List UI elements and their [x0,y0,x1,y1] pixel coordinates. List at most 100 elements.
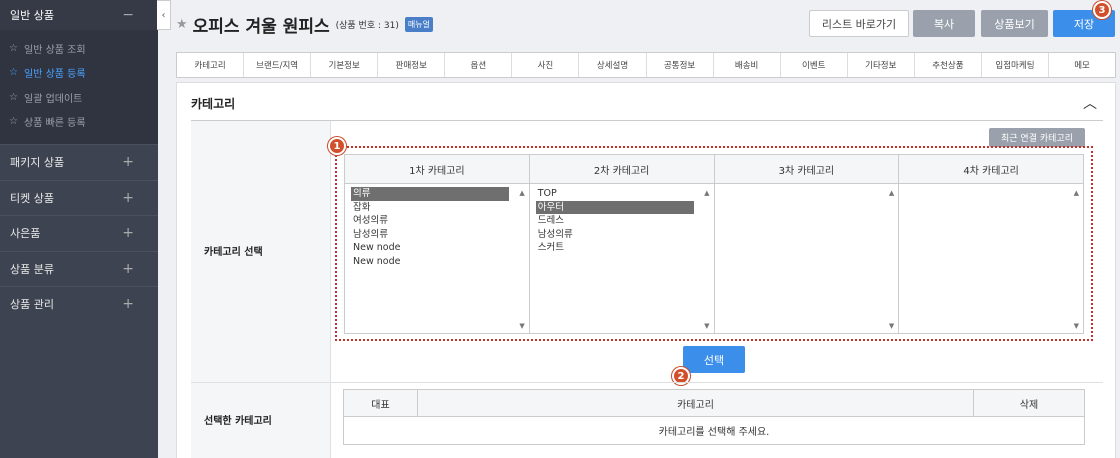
expand-icon: + [122,189,134,206]
recent-category-button[interactable]: 최근 연결 카테고리 [989,128,1085,147]
sidebar-group-classification[interactable]: 상품 분류 + [0,250,158,287]
sidebar-item-label: 일반 상품 조회 [24,44,86,56]
sidebar-item-label: 상품 빠른 등록 [24,118,86,130]
sidebar-group-label: 상품 관리 [10,298,54,312]
sidebar-collapse-button[interactable]: ‹ [157,0,171,30]
expand-icon: + [122,154,134,171]
tab-photos[interactable]: 사진 [512,53,580,77]
list-item[interactable]: 의류 [351,187,509,201]
sidebar-item-quick-register[interactable]: ☆ 상품 빠른 등록 [0,110,158,135]
sidebar-group-general[interactable]: 일반 상품 − [0,0,158,30]
sidebar-item-label: 일괄 업데이트 [24,93,83,105]
section-title: 카테고리 [191,97,236,111]
expand-icon: + [122,260,134,277]
star-icon: ☆ [9,116,18,128]
category-column-3: 3차 카테고리 ▲ ▼ [714,155,900,333]
tab-vendor-marketing[interactable]: 입점마케팅 [982,53,1050,77]
tab-other-info[interactable]: 기타정보 [848,53,915,77]
list-item[interactable]: 여성의류 [351,214,509,228]
list-item[interactable]: 잡화 [351,201,509,215]
tab-memo[interactable]: 메모 [1049,53,1115,77]
sidebar-item-bulk-update[interactable]: ☆ 일괄 업데이트 [0,85,158,110]
category-select-label: 카테고리 선택 [204,247,263,258]
sidebar-group-gift[interactable]: 사은품 + [0,215,158,251]
list-item[interactable]: 남성의류 [536,228,694,242]
tab-common-info[interactable]: 공통정보 [647,53,714,77]
category-column-4: 4차 카테고리 ▲ ▼ [899,155,1083,333]
table-header: 대표 카테고리 삭제 [344,390,1084,417]
category-column-header: 3차 카테고리 [714,155,899,184]
section-tabs: 카테고리 브랜드/지역 기본정보 판매정보 옵션 사진 상세설명 공통정보 배송… [176,52,1116,78]
scroll-up-icon[interactable]: ▲ [1074,189,1079,197]
tab-sales-info[interactable]: 판매정보 [378,53,446,77]
sidebar-group-label: 일반 상품 [10,9,54,22]
list-item[interactable]: TOP [536,187,694,201]
sidebar-group-label: 패키지 상품 [10,156,65,170]
list-item[interactable]: 스커트 [536,241,694,255]
tab-recommended[interactable]: 추천상품 [915,53,982,77]
scroll-down-icon[interactable]: ▼ [1074,322,1079,330]
page-title: 오피스 겨울 원피스 [192,17,330,37]
category-list-3[interactable] [715,184,899,190]
star-icon: ☆ [9,42,18,54]
collapse-icon[interactable]: − [122,7,134,23]
sidebar-group-ticket[interactable]: 티켓 상품 + [0,179,158,216]
star-icon: ☆ [9,91,18,103]
category-column-1: 1차 카테고리 의류 잡화 여성의류 남성의류 New node New nod… [345,155,530,333]
expand-icon: + [122,225,134,242]
favorite-star-icon[interactable]: ★ [176,17,188,32]
list-item[interactable]: 드레스 [536,214,694,228]
sidebar-group-management[interactable]: 상품 관리 + [0,286,158,322]
selected-category-label: 선택한 카테고리 [204,416,272,427]
sidebar-item-product-search[interactable]: ☆ 일반 상품 조회 [0,36,158,61]
go-to-list-button[interactable]: 리스트 바로가기 [809,10,909,37]
category-list-4[interactable] [899,184,1083,190]
scroll-down-icon[interactable]: ▼ [889,322,894,330]
manual-badge[interactable]: 매뉴얼 [404,17,433,32]
sidebar-group-label: 티켓 상품 [10,191,54,205]
list-item[interactable]: New node [351,241,509,255]
empty-message: 카테고리를 선택해 주세요. [658,427,770,438]
sidebar-group-label: 사은품 [10,227,41,241]
sidebar-group-package[interactable]: 패키지 상품 + [0,144,158,180]
scroll-down-icon[interactable]: ▼ [704,322,709,330]
callout-badge-1: 1 [328,137,346,155]
expand-icon: + [122,296,134,313]
callout-badge-3: 3 [1093,1,1111,19]
scroll-up-icon[interactable]: ▲ [889,189,894,197]
tab-shipping[interactable]: 배송비 [714,53,781,77]
selected-category-table: 대표 카테고리 삭제 카테고리를 선택해 주세요. [343,389,1085,445]
tab-category[interactable]: 카테고리 [177,53,245,77]
chevron-up-icon[interactable]: ︿ [1083,93,1097,113]
category-list-1[interactable]: 의류 잡화 여성의류 남성의류 New node New node [345,184,529,271]
tab-options[interactable]: 옵션 [445,53,513,77]
tab-description[interactable]: 상세설명 [579,53,647,77]
scroll-up-icon[interactable]: ▲ [519,189,524,197]
sidebar-item-label: 일반 상품 등록 [24,69,86,81]
category-column-header: 2차 카테고리 [529,155,714,184]
list-item[interactable]: New node [351,255,509,269]
copy-button[interactable]: 복사 [913,10,975,37]
category-selector: 1차 카테고리 의류 잡화 여성의류 남성의류 New node New nod… [344,154,1084,334]
list-item[interactable]: 남성의류 [351,228,509,242]
scroll-down-icon[interactable]: ▼ [519,322,524,330]
page-header: ★ 오피스 겨울 원피스 (상품 번호 : 31) 매뉴얼 [176,12,433,37]
tab-brand-region[interactable]: 브랜드/지역 [244,53,312,77]
column-header-delete: 삭제 [1019,399,1039,411]
product-number: (상품 번호 : 31) [335,21,399,31]
category-selector-highlight: 1차 카테고리 의류 잡화 여성의류 남성의류 New node New nod… [335,146,1093,341]
view-product-button[interactable]: 상품보기 [981,10,1048,37]
sidebar: 일반 상품 − ☆ 일반 상품 조회 ☆ 일반 상품 등록 ☆ 일괄 업데이트 … [0,0,158,458]
column-header-rep: 대표 [344,390,418,416]
tab-basic-info[interactable]: 기본정보 [311,53,379,77]
column-header-category: 카테고리 [418,390,974,416]
select-button[interactable]: 선택 [683,346,745,373]
category-column-header: 4차 카테고리 [899,155,1083,184]
list-item[interactable]: 아우터 [535,200,694,214]
category-list-2[interactable]: TOP 아우터 드레스 남성의류 스커트 [530,184,714,258]
sidebar-group-label: 상품 분류 [10,262,54,276]
sidebar-item-product-register[interactable]: ☆ 일반 상품 등록 [0,61,158,86]
star-icon: ☆ [9,67,18,79]
tab-event[interactable]: 이벤트 [781,53,848,77]
scroll-up-icon[interactable]: ▲ [704,189,709,197]
